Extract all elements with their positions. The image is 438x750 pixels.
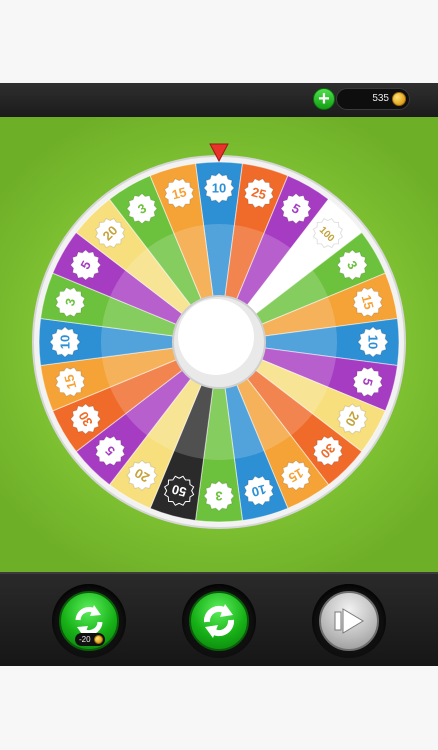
game-board: 10 25 5 100 3 15 10 5 20 30 15 10 3 50 20 5 30 15 10 3 5 20 3 1… [0, 117, 438, 572]
refresh-arrows-icon [203, 604, 235, 638]
segment-value: 10 [366, 335, 381, 349]
spin-cost: -20 [79, 635, 91, 644]
wheel-hub-highlight [178, 299, 254, 375]
free-spin-button[interactable] [189, 591, 249, 651]
add-coins-button[interactable]: + [313, 88, 335, 110]
coin-count: 535 [372, 93, 389, 104]
bottom-bar: -20 [0, 572, 438, 666]
segment-value: 10 [58, 335, 73, 349]
next-well [312, 584, 386, 658]
paid-spin-button[interactable]: -20 [59, 591, 119, 651]
coin-icon [94, 635, 103, 644]
segment-value: 3 [215, 489, 222, 504]
coin-balance: 535 [336, 88, 410, 110]
paid-spin-well: -20 [52, 584, 126, 658]
next-button[interactable] [319, 591, 379, 651]
spin-cost-badge: -20 [75, 633, 105, 646]
play-arrow-icon [334, 608, 364, 634]
prize-wheel[interactable]: 10 25510031510520301510350205301510352031… [0, 117, 438, 572]
coin-icon [392, 92, 406, 106]
segment-value: 10 [212, 181, 226, 196]
free-spin-well [182, 584, 256, 658]
